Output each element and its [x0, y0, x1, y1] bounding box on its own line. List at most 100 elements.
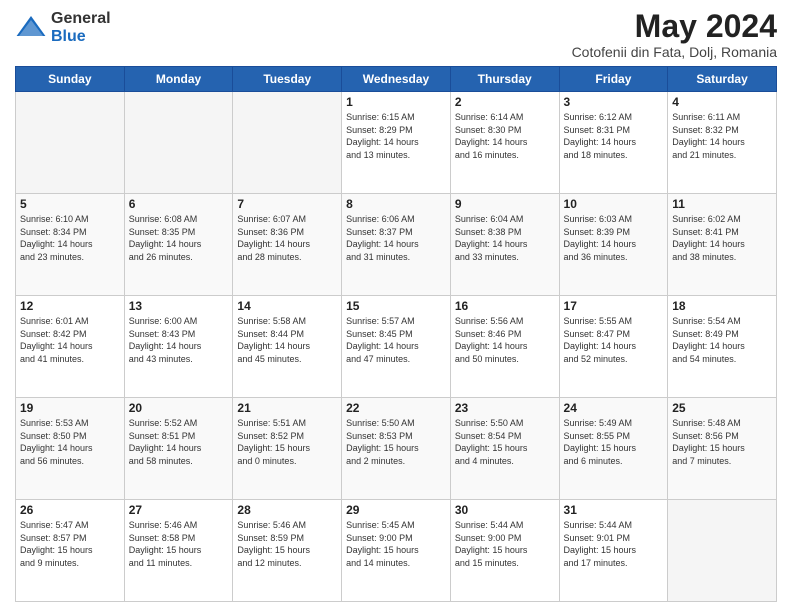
logo-general-text: General: [51, 10, 111, 28]
day-number: 19: [20, 401, 120, 415]
day-number: 21: [237, 401, 337, 415]
day-number: 15: [346, 299, 446, 313]
day-info: Sunrise: 5:55 AM Sunset: 8:47 PM Dayligh…: [564, 315, 664, 365]
day-number: 26: [20, 503, 120, 517]
logo-text: General Blue: [51, 10, 111, 45]
day-number: 14: [237, 299, 337, 313]
day-info: Sunrise: 6:03 AM Sunset: 8:39 PM Dayligh…: [564, 213, 664, 263]
calendar-cell-w1-d3: 1Sunrise: 6:15 AM Sunset: 8:29 PM Daylig…: [342, 92, 451, 194]
day-info: Sunrise: 5:57 AM Sunset: 8:45 PM Dayligh…: [346, 315, 446, 365]
day-number: 3: [564, 95, 664, 109]
calendar-cell-w4-d2: 21 Sunrise: 5:51 AM Sunset: 8:52 PM Dayli…: [233, 398, 342, 500]
header-friday: Friday: [559, 67, 668, 92]
day-number: 25: [672, 401, 772, 415]
calendar-cell-w5-d4: 30Sunrise: 5:44 AM Sunset: 9:00 PM Dayli…: [450, 500, 559, 602]
calendar-week-5: 26 Sunrise: 5:47 AM Sunset: 8:57 PM Dayli…: [16, 500, 777, 602]
day-number: 13: [129, 299, 229, 313]
day-info: Sunrise: 6:00 AM Sunset: 8:43 PM Dayligh…: [129, 315, 229, 365]
day-number: 22: [346, 401, 446, 415]
day-number: 24: [564, 401, 664, 415]
day-info: Sunrise: 6:04 AM Sunset: 8:38 PM Dayligh…: [455, 213, 555, 263]
calendar-cell-w1-d5: 3Sunrise: 6:12 AM Sunset: 8:31 PM Daylig…: [559, 92, 668, 194]
calendar-cell-w5-d2: 28 Sunrise: 5:46 AM Sunset: 8:59 PM Dayli…: [233, 500, 342, 602]
calendar-cell-w5-d6: [668, 500, 777, 602]
day-number: 8: [346, 197, 446, 211]
location-text: Cotofenii din Fata, Dolj, Romania: [572, 44, 777, 60]
calendar-cell-w3-d6: 18Sunrise: 5:54 AM Sunset: 8:49 PM Dayli…: [668, 296, 777, 398]
day-info: Sunrise: 5:44 AM Sunset: 9:01 PM Dayligh…: [564, 519, 664, 569]
day-number: 2: [455, 95, 555, 109]
calendar-cell-w1-d4: 2 Sunrise: 6:14 AM Sunset: 8:30 PM Daylig…: [450, 92, 559, 194]
calendar-cell-w5-d3: 29 Sunrise: 5:45 AM Sunset: 9:00 PM Dayli…: [342, 500, 451, 602]
day-number: 30: [455, 503, 555, 517]
day-info: Sunrise: 5:53 AM Sunset: 8:50 PM Dayligh…: [20, 417, 120, 467]
day-number: 4: [672, 95, 772, 109]
calendar-cell-w1-d1: [124, 92, 233, 194]
calendar-cell-w2-d0: 5 Sunrise: 6:10 AM Sunset: 8:34 PM Daylig…: [16, 194, 125, 296]
day-info: Sunrise: 5:45 AM Sunset: 9:00 PM Dayligh…: [346, 519, 446, 569]
calendar-cell-w2-d5: 10 Sunrise: 6:03 AM Sunset: 8:39 PM Dayli…: [559, 194, 668, 296]
day-number: 6: [129, 197, 229, 211]
day-info: Sunrise: 6:08 AM Sunset: 8:35 PM Dayligh…: [129, 213, 229, 263]
weekday-header-row: Sunday Monday Tuesday Wednesday Thursday…: [16, 67, 777, 92]
calendar-week-2: 5 Sunrise: 6:10 AM Sunset: 8:34 PM Daylig…: [16, 194, 777, 296]
calendar-cell-w5-d0: 26 Sunrise: 5:47 AM Sunset: 8:57 PM Dayli…: [16, 500, 125, 602]
calendar-cell-w4-d0: 19 Sunrise: 5:53 AM Sunset: 8:50 PM Dayli…: [16, 398, 125, 500]
calendar-cell-w3-d1: 13 Sunrise: 6:00 AM Sunset: 8:43 PM Dayli…: [124, 296, 233, 398]
day-info: Sunrise: 6:07 AM Sunset: 8:36 PM Dayligh…: [237, 213, 337, 263]
day-info: Sunrise: 5:46 AM Sunset: 8:59 PM Dayligh…: [237, 519, 337, 569]
day-info: Sunrise: 5:50 AM Sunset: 8:53 PM Dayligh…: [346, 417, 446, 467]
day-number: 23: [455, 401, 555, 415]
day-info: Sunrise: 6:15 AM Sunset: 8:29 PM Dayligh…: [346, 111, 446, 161]
logo-icon: [15, 12, 47, 44]
day-info: Sunrise: 5:52 AM Sunset: 8:51 PM Dayligh…: [129, 417, 229, 467]
logo: General Blue: [15, 10, 111, 45]
calendar-cell-w2-d6: 11Sunrise: 6:02 AM Sunset: 8:41 PM Dayli…: [668, 194, 777, 296]
header-monday: Monday: [124, 67, 233, 92]
day-number: 5: [20, 197, 120, 211]
calendar-week-3: 12 Sunrise: 6:01 AM Sunset: 8:42 PM Dayli…: [16, 296, 777, 398]
calendar-cell-w3-d5: 17Sunrise: 5:55 AM Sunset: 8:47 PM Dayli…: [559, 296, 668, 398]
day-info: Sunrise: 5:48 AM Sunset: 8:56 PM Dayligh…: [672, 417, 772, 467]
day-number: 28: [237, 503, 337, 517]
header-sunday: Sunday: [16, 67, 125, 92]
day-number: 7: [237, 197, 337, 211]
calendar-cell-w3-d3: 15 Sunrise: 5:57 AM Sunset: 8:45 PM Dayli…: [342, 296, 451, 398]
calendar-week-4: 19 Sunrise: 5:53 AM Sunset: 8:50 PM Dayli…: [16, 398, 777, 500]
header: General Blue May 2024 Cotofenii din Fata…: [15, 10, 777, 60]
calendar-cell-w4-d3: 22 Sunrise: 5:50 AM Sunset: 8:53 PM Dayli…: [342, 398, 451, 500]
day-number: 29: [346, 503, 446, 517]
day-number: 27: [129, 503, 229, 517]
calendar-cell-w3-d0: 12 Sunrise: 6:01 AM Sunset: 8:42 PM Dayli…: [16, 296, 125, 398]
day-number: 31: [564, 503, 664, 517]
day-info: Sunrise: 5:49 AM Sunset: 8:55 PM Dayligh…: [564, 417, 664, 467]
day-info: Sunrise: 6:14 AM Sunset: 8:30 PM Dayligh…: [455, 111, 555, 161]
month-year-title: May 2024: [572, 10, 777, 42]
header-thursday: Thursday: [450, 67, 559, 92]
calendar-cell-w2-d3: 8 Sunrise: 6:06 AM Sunset: 8:37 PM Daylig…: [342, 194, 451, 296]
day-info: Sunrise: 6:01 AM Sunset: 8:42 PM Dayligh…: [20, 315, 120, 365]
calendar-cell-w1-d6: 4 Sunrise: 6:11 AM Sunset: 8:32 PM Daylig…: [668, 92, 777, 194]
header-saturday: Saturday: [668, 67, 777, 92]
day-info: Sunrise: 5:47 AM Sunset: 8:57 PM Dayligh…: [20, 519, 120, 569]
calendar-cell-w5-d5: 31 Sunrise: 5:44 AM Sunset: 9:01 PM Dayli…: [559, 500, 668, 602]
day-number: 12: [20, 299, 120, 313]
day-info: Sunrise: 5:51 AM Sunset: 8:52 PM Dayligh…: [237, 417, 337, 467]
calendar-week-1: 1Sunrise: 6:15 AM Sunset: 8:29 PM Daylig…: [16, 92, 777, 194]
calendar-cell-w1-d2: [233, 92, 342, 194]
page: General Blue May 2024 Cotofenii din Fata…: [0, 0, 792, 612]
day-info: Sunrise: 6:06 AM Sunset: 8:37 PM Dayligh…: [346, 213, 446, 263]
day-number: 11: [672, 197, 772, 211]
day-info: Sunrise: 5:46 AM Sunset: 8:58 PM Dayligh…: [129, 519, 229, 569]
calendar-cell-w2-d2: 7 Sunrise: 6:07 AM Sunset: 8:36 PM Daylig…: [233, 194, 342, 296]
day-info: Sunrise: 6:10 AM Sunset: 8:34 PM Dayligh…: [20, 213, 120, 263]
calendar-cell-w1-d0: [16, 92, 125, 194]
day-info: Sunrise: 6:11 AM Sunset: 8:32 PM Dayligh…: [672, 111, 772, 161]
day-info: Sunrise: 5:56 AM Sunset: 8:46 PM Dayligh…: [455, 315, 555, 365]
day-number: 10: [564, 197, 664, 211]
calendar-cell-w5-d1: 27 Sunrise: 5:46 AM Sunset: 8:58 PM Dayli…: [124, 500, 233, 602]
calendar-cell-w4-d5: 24 Sunrise: 5:49 AM Sunset: 8:55 PM Dayli…: [559, 398, 668, 500]
calendar-cell-w3-d2: 14Sunrise: 5:58 AM Sunset: 8:44 PM Dayli…: [233, 296, 342, 398]
calendar-body: 1Sunrise: 6:15 AM Sunset: 8:29 PM Daylig…: [16, 92, 777, 602]
calendar-cell-w4-d1: 20Sunrise: 5:52 AM Sunset: 8:51 PM Dayli…: [124, 398, 233, 500]
